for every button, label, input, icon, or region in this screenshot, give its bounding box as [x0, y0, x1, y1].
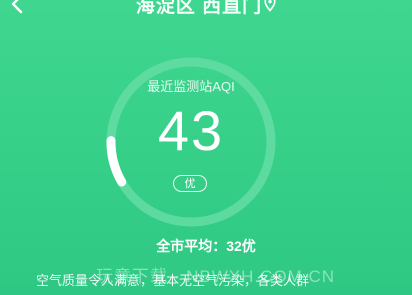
- location-selector[interactable]: 海淀区 西直门: [0, 0, 412, 17]
- aqi-gauge[interactable]: 最近监测站AQI 43 优: [101, 52, 281, 232]
- aqi-value: 43: [157, 99, 225, 162]
- aqi-level-badge: 优: [173, 175, 207, 192]
- watermark-text: 玩意下载 · NBWXH.COM.CN: [96, 267, 336, 286]
- header-bar: 海淀区 西直门: [0, 0, 412, 17]
- city-average: 全市平均：32优: [156, 238, 256, 254]
- gauge-label: 最近监测站AQI: [147, 79, 235, 94]
- location-pin-icon: [264, 0, 276, 12]
- location-title: 海淀区 西直门: [135, 0, 263, 17]
